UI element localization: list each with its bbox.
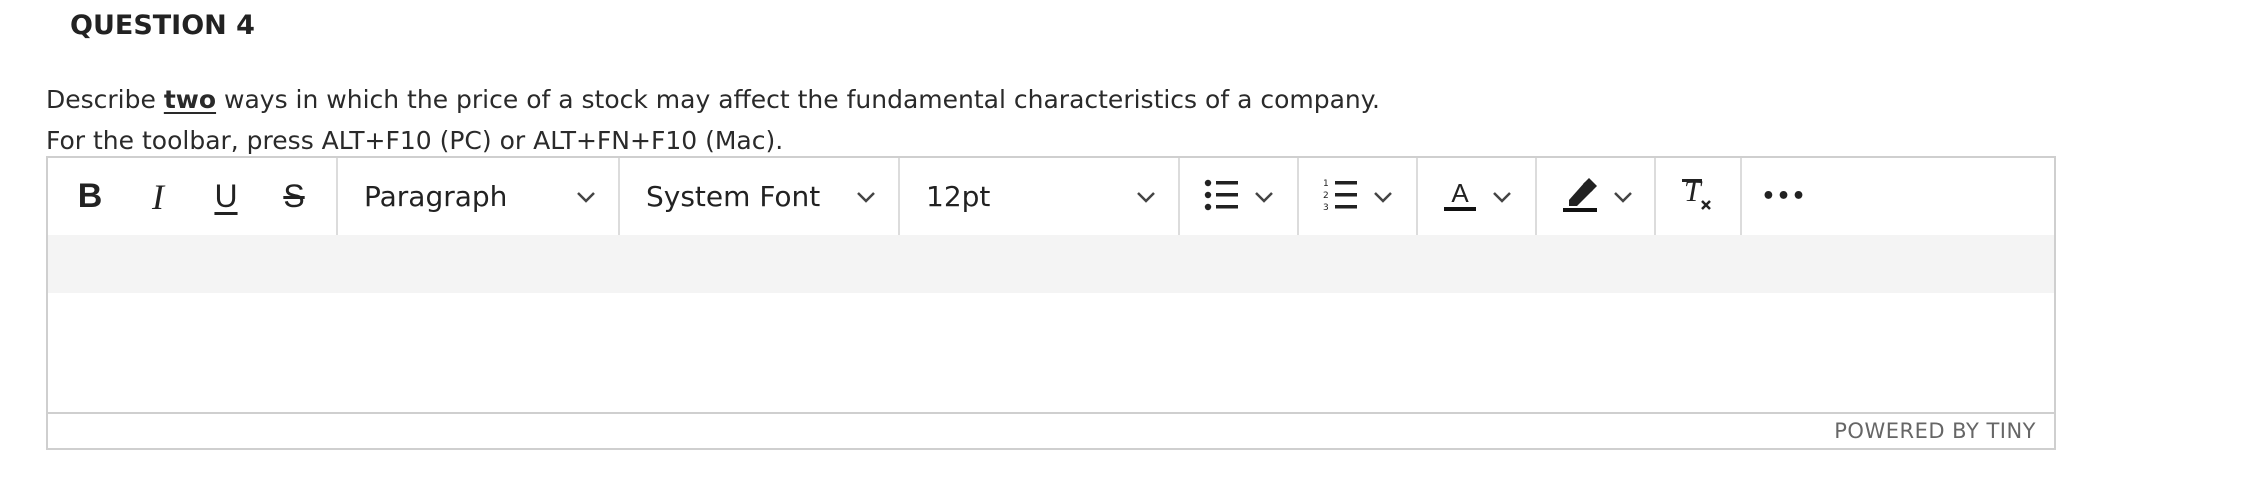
question-prompt: Describe two ways in which the price of … (46, 84, 1380, 116)
font-family-select[interactable]: System Font (620, 158, 900, 235)
prompt-text-start: Describe (46, 85, 164, 114)
more-icon: ••• (1761, 184, 1807, 209)
bold-label: B (77, 177, 103, 215)
editor-secondary-toolbar (48, 235, 2054, 293)
font-size-value: 12pt (926, 180, 991, 213)
bullet-list-icon (1204, 178, 1240, 216)
underline-label: U (214, 178, 238, 214)
numbered-list-button[interactable]: 1 2 3 (1299, 158, 1418, 235)
bullet-list-button[interactable] (1180, 158, 1299, 235)
svg-text:2: 2 (1323, 191, 1329, 201)
format-group: B I U S (48, 158, 338, 235)
rich-text-editor: B I U S Paragraph System Font 12pt 1 2 3 A (46, 156, 2056, 450)
highlight-icon (1561, 176, 1599, 218)
chevron-down-icon (856, 191, 876, 203)
chevron-down-icon (1613, 191, 1633, 203)
text-color-button[interactable]: A (1418, 158, 1537, 235)
svg-text:1: 1 (1323, 179, 1329, 189)
editor-content-area[interactable] (48, 293, 2054, 412)
clear-formatting-button[interactable]: T (1656, 158, 1742, 235)
italic-button[interactable]: I (124, 158, 192, 235)
editor-toolbar: B I U S Paragraph System Font 12pt 1 2 3 A (48, 158, 2054, 237)
font-size-select[interactable]: 12pt (900, 158, 1180, 235)
highlight-color-button[interactable] (1537, 158, 1656, 235)
chevron-down-icon (1373, 191, 1393, 203)
italic-label: I (152, 176, 164, 217)
font-family-value: System Font (646, 180, 821, 213)
more-button[interactable]: ••• (1742, 158, 1826, 235)
svg-text:A: A (1451, 178, 1469, 208)
chevron-down-icon (1254, 191, 1274, 203)
svg-text:3: 3 (1323, 203, 1329, 213)
clear-formatting-icon: T (1680, 175, 1716, 219)
block-format-select[interactable]: Paragraph (338, 158, 620, 235)
bold-button[interactable]: B (56, 158, 124, 235)
editor-statusbar: POWERED BY TINY (48, 412, 2054, 448)
strikethrough-button[interactable]: S (260, 158, 328, 235)
block-format-value: Paragraph (364, 180, 508, 213)
chevron-down-icon (576, 191, 596, 203)
underline-button[interactable]: U (192, 158, 260, 235)
tiny-branding-link[interactable]: POWERED BY TINY (1834, 419, 2036, 443)
toolbar-hint: For the toolbar, press ALT+F10 (PC) or A… (46, 126, 784, 155)
question-title: QUESTION 4 (70, 10, 255, 41)
text-color-icon: A (1442, 176, 1478, 218)
chevron-down-icon (1492, 191, 1512, 203)
prompt-emphasis: two (163, 85, 217, 114)
chevron-down-icon (1136, 191, 1156, 203)
prompt-text-end: ways in which the price of a stock may a… (216, 85, 1380, 114)
numbered-list-icon: 1 2 3 (1323, 177, 1359, 217)
strikethrough-label: S (283, 178, 305, 214)
